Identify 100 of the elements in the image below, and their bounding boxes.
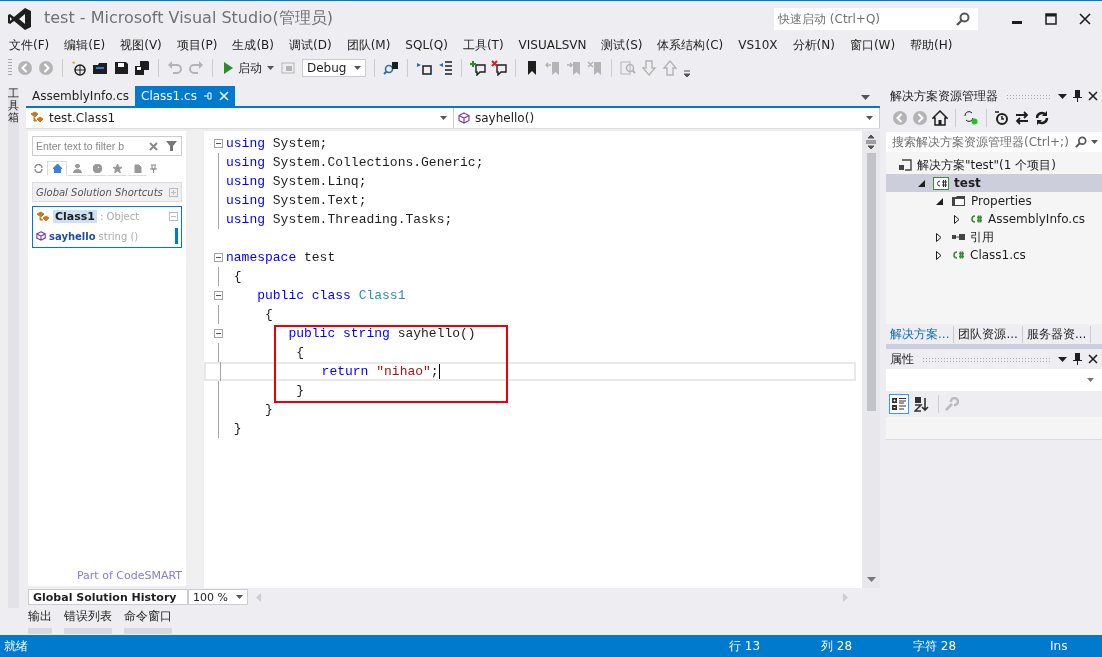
toolbox-tab[interactable]: 工具箱 [7, 88, 19, 608]
filter-icon[interactable] [166, 141, 177, 151]
tree-item[interactable]: Properties [886, 192, 1102, 210]
menu-item[interactable]: 窗口(W) [849, 36, 896, 54]
switch-icon[interactable] [1014, 110, 1030, 126]
expanded-icon[interactable] [917, 179, 925, 187]
tree-item[interactable]: Class1.cs [886, 246, 1102, 264]
collapse-icon[interactable] [214, 291, 223, 300]
caret-icon[interactable] [1058, 93, 1067, 99]
pin-icon[interactable] [1073, 353, 1082, 365]
codesmart-link[interactable]: Part of CodeSMART [76, 569, 182, 582]
expanded-icon[interactable] [935, 197, 943, 205]
panel-title: 解决方案资源管理器 [890, 87, 998, 105]
filter-field[interactable]: Enter text to filter b [32, 136, 182, 156]
class-name[interactable]: Class1 [53, 210, 97, 223]
panel-title: 属性 [890, 350, 914, 368]
menu-item[interactable]: 工具(T) [462, 36, 504, 54]
save-all-icon[interactable] [134, 60, 150, 76]
view-tab[interactable] [47, 161, 67, 176]
csharp-file-icon [969, 214, 983, 224]
close-button[interactable] [1078, 11, 1092, 26]
comment-icon[interactable] [470, 60, 486, 76]
folder-icon[interactable] [92, 60, 108, 76]
collapse-icon[interactable] [214, 139, 223, 148]
menu-item[interactable]: 视图(V) [120, 36, 162, 54]
type-dropdown[interactable]: test.Class1 [26, 108, 454, 128]
uncomment-icon[interactable] [491, 60, 507, 76]
zoom-dropdown[interactable]: 100 % [188, 589, 248, 605]
magnifier-icon[interactable] [383, 60, 399, 76]
menu-item[interactable]: 测试(S) [601, 36, 643, 54]
collapsed-icon[interactable] [954, 214, 960, 224]
menu-item[interactable]: 体系结构(C) [657, 36, 724, 54]
view-tab[interactable] [67, 161, 87, 176]
globe-icon[interactable] [71, 60, 87, 76]
save-icon[interactable] [113, 60, 129, 76]
caret-icon [1087, 378, 1094, 382]
categorized-button[interactable] [889, 394, 909, 414]
menu-item[interactable]: 分析(N) [792, 36, 835, 54]
menu-item[interactable]: 编辑(E) [64, 36, 106, 54]
member-name[interactable]: sayhello [49, 230, 96, 242]
caret-icon[interactable] [861, 95, 870, 100]
tree-item[interactable]: test [886, 174, 1102, 192]
code-line: using System.Linq; [226, 174, 367, 189]
panel-tab[interactable]: 服务器资... [1022, 325, 1092, 343]
menu-item[interactable]: 调试(D) [289, 36, 332, 54]
tree-item[interactable]: 引用 [886, 228, 1102, 246]
collapse-icon[interactable] [214, 329, 223, 338]
home-icon[interactable] [932, 110, 948, 126]
caret-icon [440, 116, 447, 120]
view-tab[interactable] [127, 161, 147, 176]
history-header[interactable]: Global Solution History [28, 589, 188, 605]
document-icon [132, 164, 142, 173]
menu-item[interactable]: VISUALSVN [518, 38, 587, 52]
close-icon[interactable] [1088, 354, 1098, 364]
view-tab[interactable] [107, 161, 127, 176]
menu-item[interactable]: VS10X [738, 38, 778, 52]
search-icon [1075, 136, 1087, 148]
document-tab[interactable]: AssemblyInfo.cs [26, 86, 135, 106]
shortcuts-header[interactable]: Global Solution Shortcuts [32, 182, 182, 202]
code-line: return "nihao"; [320, 363, 440, 380]
overflow-icon[interactable] [683, 70, 691, 78]
menu-item[interactable]: 团队(M) [346, 36, 391, 54]
maximize-button[interactable] [1044, 11, 1058, 26]
caret-icon[interactable] [1058, 356, 1067, 362]
menu-item[interactable]: 文件(F) [9, 36, 50, 54]
sync-icon[interactable] [963, 110, 979, 126]
code-line: using System.Collections.Generic; [226, 155, 484, 170]
panel-tab[interactable]: 团队资源... [954, 325, 1023, 343]
menu-item[interactable]: 生成(B) [232, 36, 274, 54]
refresh-icon[interactable] [1034, 110, 1050, 126]
outdent-icon[interactable] [437, 60, 453, 76]
clock-icon[interactable] [994, 110, 1010, 126]
code-line: } [264, 402, 273, 417]
panel-tab[interactable]: 解决方案... [886, 325, 955, 343]
scrollbar-thumb[interactable] [866, 153, 876, 411]
code-line: { [232, 269, 242, 284]
quick-launch-field[interactable]: 快速启动 (Ctrl+Q) [774, 7, 978, 30]
code-line: using System.Threading.Tasks; [226, 212, 453, 227]
code-line: public class Class1 [256, 288, 406, 303]
collapse-icon[interactable] [214, 253, 223, 262]
caret-icon [866, 116, 873, 120]
search-field[interactable]: 搜索解决方案资源管理器(Ctrl+;) [886, 132, 1102, 152]
pin-icon[interactable] [1073, 90, 1082, 102]
menu-item[interactable]: 项目(P) [176, 36, 218, 54]
start-button[interactable]: 启动 [221, 59, 276, 77]
tree-item[interactable]: 解决方案"test"(1 个项目) [886, 156, 1102, 174]
close-icon[interactable] [1088, 91, 1098, 101]
configuration-dropdown[interactable]: Debug [302, 59, 366, 77]
code-line: using System.Text; [226, 193, 367, 208]
indent-icon[interactable] [416, 60, 432, 76]
clear-icon[interactable] [149, 142, 158, 151]
view-tab[interactable] [87, 161, 107, 176]
menu-item[interactable]: 帮助(H) [910, 36, 953, 54]
member-dropdown[interactable]: sayhello() [454, 108, 880, 128]
alphabetical-button[interactable] [912, 394, 932, 414]
tree-item[interactable]: AssemblyInfo.cs [886, 210, 1102, 228]
play-icon [223, 62, 233, 74]
split-icon[interactable] [865, 135, 877, 149]
menu-item[interactable]: SQL(Q) [405, 38, 448, 52]
scroll-down-icon[interactable] [866, 577, 876, 582]
